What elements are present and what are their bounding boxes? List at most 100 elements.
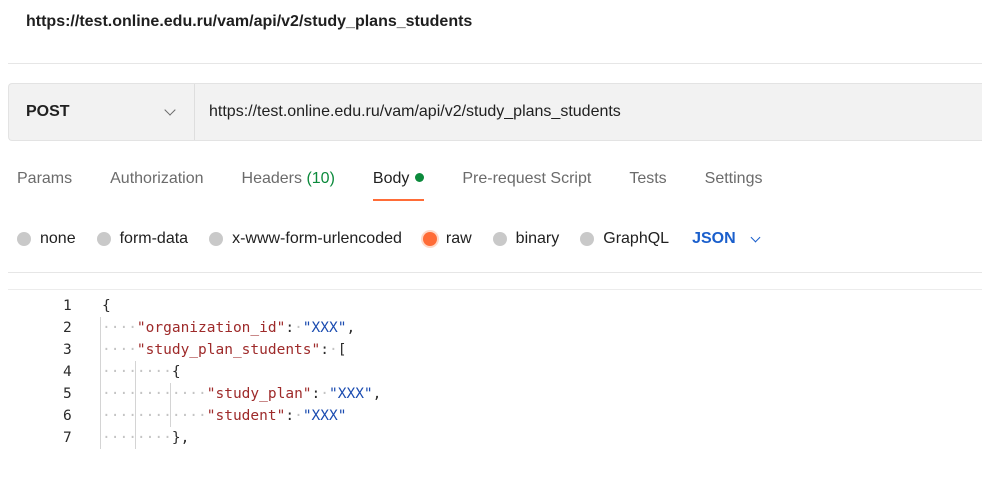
code-line: 2 ····"organization_id":·"XXX", (8, 317, 982, 339)
code-text: { (102, 295, 111, 317)
code-token-punc: }, (171, 430, 190, 446)
code-token-punc: : (320, 342, 329, 358)
code-token-punc: { (171, 364, 181, 380)
radio-button[interactable] (580, 232, 595, 246)
line-number: 6 (63, 408, 72, 424)
tab-authorization[interactable]: Authorization (110, 170, 203, 188)
indent-whitespace: ············ (102, 386, 207, 402)
tab-headers[interactable]: Headers (10) (242, 170, 335, 188)
code-line: 4 ········{ (8, 361, 982, 383)
indent-guide (169, 383, 171, 427)
code-token-ws: · (294, 320, 303, 336)
body-option-label: raw (445, 230, 472, 247)
code-token-str: "XXX" (329, 386, 373, 402)
body-option-label: x-www-form-urlencoded (232, 230, 402, 247)
code-text: ····"organization_id":·"XXX", (102, 317, 355, 339)
indent-whitespace: ········ (102, 430, 172, 446)
body-option-label: GraphQL (603, 230, 670, 247)
request-bar: POST (8, 83, 982, 141)
code-token-punc: , (372, 386, 382, 402)
radio-button[interactable] (492, 232, 507, 246)
code-token-key: "study_plan" (206, 386, 312, 402)
body-option-form-data[interactable]: form-data (96, 230, 189, 248)
code-token-punc: [ (337, 342, 347, 358)
tab-body[interactable]: Body (372, 170, 425, 201)
divider (8, 272, 982, 273)
code-token-key: "student" (206, 408, 286, 424)
code-text: ····"study_plan_students":·[ (102, 339, 346, 361)
radio-button[interactable] (422, 232, 437, 246)
body-type-options: none form-data x-www-form-urlencoded raw bin… (17, 230, 761, 248)
tab-label: Pre-request Script (462, 170, 592, 187)
tab-params[interactable]: Params (17, 170, 72, 188)
status-dot-icon (415, 173, 425, 182)
tab-label: Params (17, 170, 73, 187)
radio-button[interactable] (96, 232, 111, 246)
method-label: POST (26, 103, 70, 120)
body-option-binary[interactable]: binary (492, 230, 560, 248)
line-number: 5 (63, 386, 72, 402)
tab-settings[interactable]: Settings (705, 170, 763, 188)
divider (8, 63, 982, 64)
code-line: 3 ····"study_plan_students":·[ (8, 339, 982, 361)
code-token-punc: : (285, 408, 295, 424)
code-token-punc: , (346, 320, 356, 336)
body-option-label: binary (515, 230, 560, 247)
code-editor[interactable]: 1{2 ····"organization_id":·"XXX", 3 ····"st… (8, 289, 982, 489)
request-title-url: https://test.online.edu.ru/vam/api/v2/st… (26, 13, 473, 30)
radio-button[interactable] (209, 232, 224, 246)
body-option-label: none (40, 230, 76, 247)
chevron-down-icon (750, 232, 761, 242)
tab-pre-request-script[interactable]: Pre-request Script (462, 170, 591, 188)
code-token-key: "study_plan_students" (136, 342, 321, 358)
indent-whitespace: ···· (102, 320, 137, 336)
code-text: ············"study_plan":·"XXX", (102, 383, 381, 405)
body-option-x-www-form-urlencoded[interactable]: x-www-form-urlencoded (209, 230, 402, 248)
line-number: 7 (63, 430, 72, 446)
code-line: 7 ········}, (8, 427, 982, 449)
tab-label: Headers (241, 170, 302, 187)
line-number: 3 (63, 342, 72, 358)
code-token-str: "XXX" (302, 320, 347, 336)
radio-button[interactable] (17, 232, 31, 246)
tab-tests[interactable]: Tests (629, 170, 666, 188)
line-number: 4 (63, 364, 72, 380)
tab-label: Settings (704, 170, 763, 187)
body-option-raw[interactable]: raw (422, 230, 472, 248)
tab-label: Authorization (110, 170, 204, 187)
indent-whitespace: ········ (102, 364, 172, 380)
tab-count-badge: (10) (302, 170, 335, 187)
indent-guide (134, 361, 136, 449)
line-number: 1 (63, 298, 72, 314)
url-input[interactable] (195, 83, 982, 141)
code-token-key: "organization_id" (136, 320, 286, 336)
code-token-ws: · (294, 408, 303, 424)
body-option-none[interactable]: none (17, 230, 76, 248)
code-line: 1{ (8, 295, 982, 317)
code-text: ········{ (102, 361, 181, 383)
code-token-ws: · (320, 386, 329, 402)
code-text: ············"student":·"XXX" (102, 405, 346, 427)
code-line: 5 ············"study_plan":·"XXX", (8, 383, 982, 405)
code-token-punc: : (311, 386, 321, 402)
request-tabs: Params Authorization Headers (10) Body Pre-r… (17, 170, 800, 201)
code-token-str: "XXX" (302, 408, 347, 424)
code-text: ········}, (102, 427, 189, 449)
active-tab-indicator (372, 199, 425, 201)
code-token-punc: : (285, 320, 295, 336)
chevron-down-icon (164, 104, 176, 116)
indent-whitespace: ···· (102, 342, 137, 358)
body-option-graphql[interactable]: GraphQL (580, 230, 669, 248)
code-line: 6 ············"student":·"XXX" (8, 405, 982, 427)
method-select[interactable]: POST (9, 84, 195, 140)
tab-label: Body (372, 170, 410, 187)
line-number: 2 (63, 320, 72, 336)
body-option-label: form-data (119, 230, 189, 247)
code-token-punc: { (102, 298, 111, 314)
indent-guide (100, 317, 101, 449)
indent-whitespace: ············ (102, 408, 207, 424)
code-token-ws: · (328, 342, 338, 358)
body-format-select[interactable]: JSON (692, 230, 761, 248)
body-format-label: JSON (692, 230, 736, 247)
tab-label: Tests (629, 170, 667, 187)
